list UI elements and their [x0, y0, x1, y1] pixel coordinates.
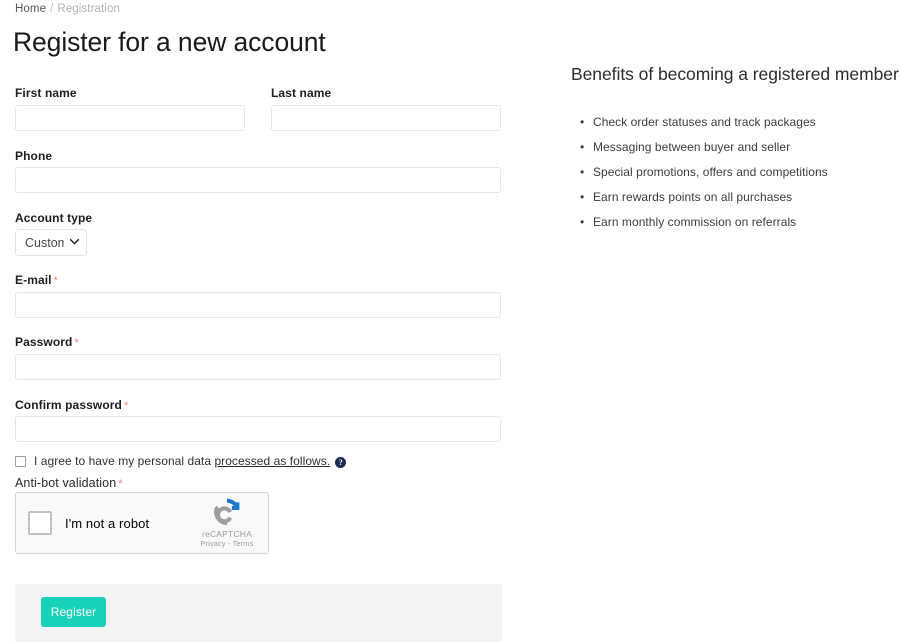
recaptcha-brand-name: reCAPTCHA: [202, 528, 252, 539]
recaptcha-widget[interactable]: I'm not a robot reCAPTCHA Privacy - Term…: [15, 492, 269, 554]
account-type-select[interactable]: Customer: [15, 229, 87, 256]
list-item: Check order statuses and track packages: [580, 110, 828, 135]
recaptcha-checkbox[interactable]: [28, 511, 52, 535]
confirm-password-input[interactable]: [15, 416, 501, 442]
email-label-text: E-mail: [15, 273, 52, 287]
first-name-input[interactable]: [15, 105, 245, 131]
recaptcha-label: I'm not a robot: [65, 515, 150, 531]
email-required-marker: *: [53, 275, 59, 287]
confirm-password-label-text: Confirm password: [15, 398, 122, 412]
email-label: E-mail *: [15, 273, 58, 287]
phone-label: Phone: [15, 149, 53, 163]
registration-form: First name Last name Phone Account type …: [0, 0, 520, 642]
info-icon[interactable]: ?: [335, 457, 347, 468]
phone-input[interactable]: [15, 167, 501, 193]
list-item: Special promotions, offers and competiti…: [580, 160, 828, 185]
password-label-text: Password: [15, 335, 73, 349]
consent-row: I agree to have my personal data process…: [15, 454, 347, 468]
benefits-list: Check order statuses and track packages …: [571, 110, 828, 235]
password-label: Password *: [15, 335, 79, 349]
form-footer: Register: [15, 584, 502, 642]
benefits-title: Benefits of becoming a registered member: [571, 64, 899, 84]
last-name-input[interactable]: [271, 105, 501, 131]
list-item: Earn monthly commission on referrals: [580, 210, 828, 235]
list-item: Messaging between buyer and seller: [580, 135, 828, 160]
consent-text-before: I agree to have my personal data: [34, 454, 215, 468]
anti-bot-required-marker: *: [118, 478, 123, 490]
anti-bot-label-text: Anti-bot validation: [15, 476, 117, 490]
consent-text: I agree to have my personal data process…: [34, 454, 347, 468]
confirm-password-required-marker: *: [123, 400, 129, 412]
account-type-select-wrapper: Customer: [15, 229, 87, 256]
recaptcha-logo-icon: [214, 498, 240, 525]
consent-checkbox[interactable]: [15, 455, 26, 467]
first-name-label: First name: [15, 86, 77, 100]
password-input[interactable]: [15, 354, 501, 380]
recaptcha-privacy-terms[interactable]: Privacy - Terms: [190, 539, 264, 549]
password-required-marker: *: [74, 337, 79, 349]
email-input[interactable]: [15, 292, 501, 318]
register-button[interactable]: Register: [41, 597, 106, 627]
confirm-password-label: Confirm password *: [15, 398, 128, 412]
recaptcha-branding: reCAPTCHA Privacy - Terms: [190, 496, 264, 551]
account-type-label: Account type: [15, 211, 93, 225]
list-item: Earn rewards points on all purchases: [580, 185, 828, 210]
privacy-policy-link[interactable]: processed as follows.: [214, 454, 330, 468]
last-name-label: Last name: [271, 86, 332, 100]
anti-bot-validation-label: Anti-bot validation *: [15, 476, 123, 490]
